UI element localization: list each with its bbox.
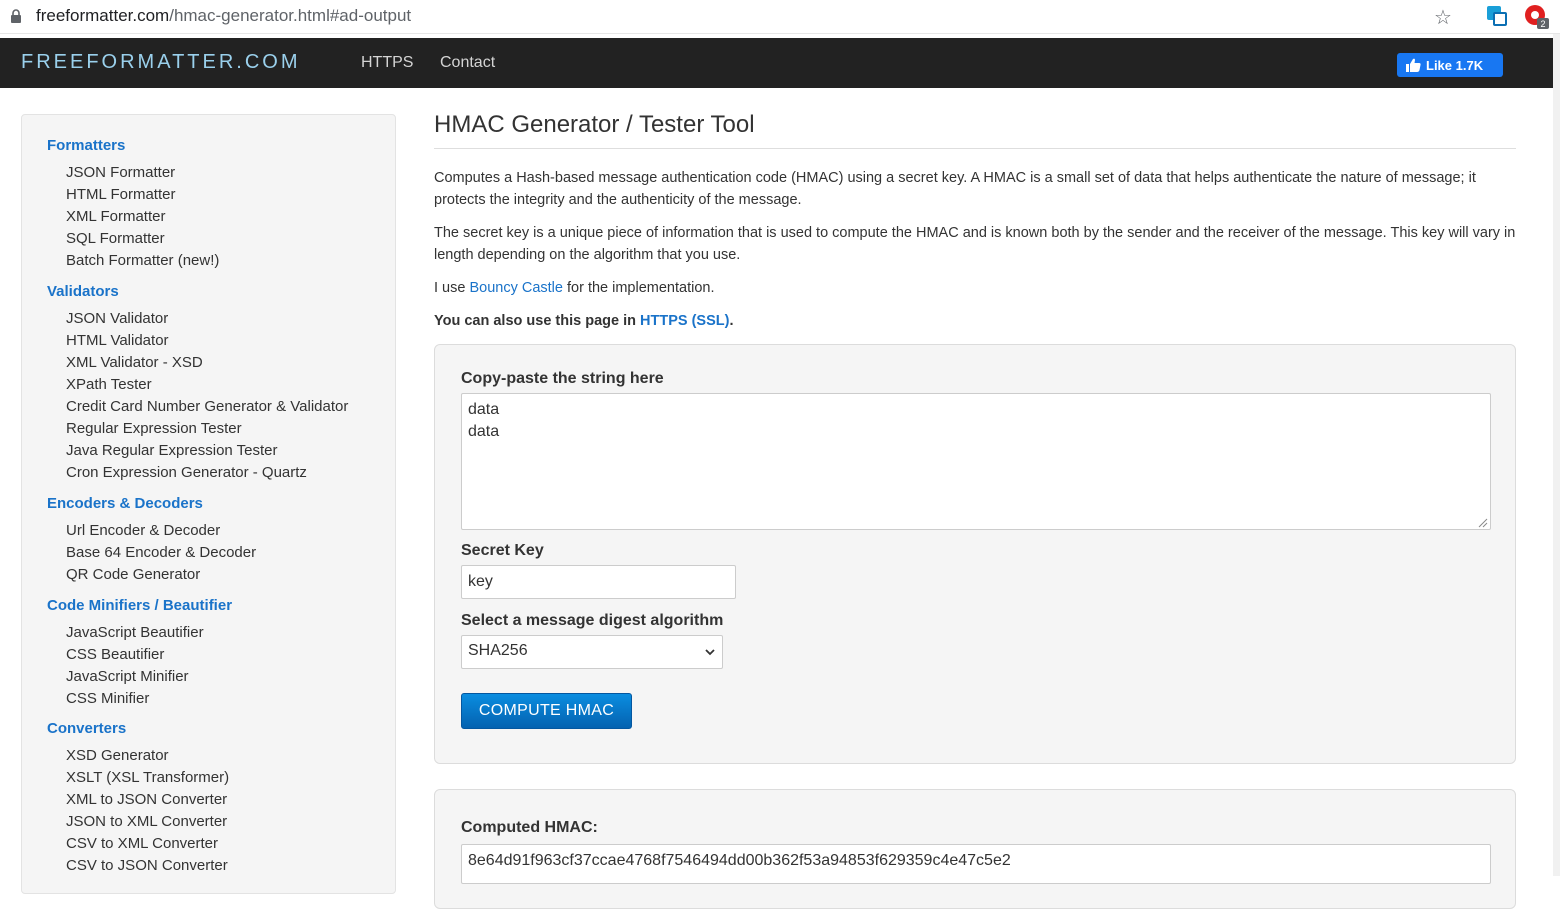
textarea-resize-handle-icon[interactable]: [1478, 518, 1488, 528]
browser-address-bar: freeformatter.com/hmac-generator.html#ad…: [0, 0, 1560, 34]
sidebar-item-base64-encoder[interactable]: Base 64 Encoder & Decoder: [66, 544, 256, 561]
extension-badge-icon[interactable]: 2: [1524, 4, 1550, 30]
lock-icon: [11, 9, 21, 23]
sidebar-item-xpath-tester[interactable]: XPath Tester: [66, 376, 152, 393]
thumbs-up-icon: [1406, 58, 1421, 72]
intro-paragraph: Computes a Hash-based message authentica…: [434, 170, 1476, 208]
sidebar-tools-menu: Formatters JSON Formatter HTML Formatter…: [21, 114, 396, 894]
url-field[interactable]: freeformatter.com/hmac-generator.html#ad…: [36, 6, 411, 26]
sidebar-section-converters[interactable]: Converters: [47, 720, 126, 737]
sidebar-item-regex-tester[interactable]: Regular Expression Tester: [66, 420, 242, 437]
sidebar-section-validators[interactable]: Validators: [47, 283, 119, 300]
sidebar-item-js-minifier[interactable]: JavaScript Minifier: [66, 668, 189, 685]
string-label: Copy-paste the string here: [461, 370, 664, 387]
sidebar-item-xml-validator[interactable]: XML Validator - XSD: [66, 354, 203, 371]
sidebar-item-css-minifier[interactable]: CSS Minifier: [66, 690, 149, 707]
computed-hmac-label: Computed HMAC:: [461, 819, 598, 836]
sidebar-item-html-formatter[interactable]: HTML Formatter: [66, 186, 175, 203]
translate-extension-icon[interactable]: [1486, 5, 1508, 27]
sidebar-section-encoders[interactable]: Encoders & Decoders: [47, 495, 203, 512]
computed-hmac-output[interactable]: 8e64d91f963cf37ccae4768f7546494dd00b362f…: [461, 844, 1491, 884]
sidebar-item-xml-to-json[interactable]: XML to JSON Converter: [66, 791, 227, 808]
page-scrollbar[interactable]: [1553, 34, 1560, 876]
chevron-down-icon: [705, 649, 715, 656]
secret-key-input[interactable]: key: [461, 565, 736, 599]
compute-hmac-button[interactable]: COMPUTE HMAC: [461, 693, 632, 729]
page-title: HMAC Generator / Tester Tool: [434, 111, 755, 138]
sidebar-item-qr-generator[interactable]: QR Code Generator: [66, 566, 200, 583]
algorithm-select[interactable]: SHA256: [461, 635, 723, 669]
string-textarea[interactable]: data data: [461, 393, 1491, 530]
sidebar-item-js-beautifier[interactable]: JavaScript Beautifier: [66, 624, 204, 641]
sidebar-item-cron-generator[interactable]: Cron Expression Generator - Quartz: [66, 464, 307, 481]
hmac-input-form: Copy-paste the string here data data Sec…: [434, 344, 1516, 764]
sidebar-item-xslt-transformer[interactable]: XSLT (XSL Transformer): [66, 769, 229, 786]
implementation-prefix: I use: [434, 280, 470, 296]
sidebar-section-minifiers[interactable]: Code Minifiers / Beautifier: [47, 597, 232, 614]
sidebar-item-html-validator[interactable]: HTML Validator: [66, 332, 169, 349]
hmac-output-panel: Computed HMAC: 8e64d91f963cf37ccae4768f7…: [434, 789, 1516, 909]
sidebar-item-json-to-xml[interactable]: JSON to XML Converter: [66, 813, 227, 830]
facebook-like-button[interactable]: Like 1.7K: [1397, 53, 1503, 77]
implementation-paragraph: I use Bouncy Castle for the implementati…: [434, 277, 1516, 299]
sidebar-item-csv-to-json[interactable]: CSV to JSON Converter: [66, 857, 228, 874]
nav-link-contact[interactable]: Contact: [440, 54, 495, 72]
bookmark-star-icon[interactable]: ☆: [1434, 5, 1452, 30]
algorithm-selected-value: SHA256: [468, 642, 528, 659]
sidebar-item-sql-formatter[interactable]: SQL Formatter: [66, 230, 165, 247]
extension-badge-count: 2: [1540, 19, 1545, 29]
site-navbar: FREEFORMATTER.COM HTTPS Contact Like 1.7…: [0, 38, 1560, 88]
secret-key-paragraph: The secret key is a unique piece of info…: [434, 225, 1516, 263]
sidebar-item-csv-to-xml[interactable]: CSV to XML Converter: [66, 835, 218, 852]
sidebar-item-java-regex-tester[interactable]: Java Regular Expression Tester: [66, 442, 278, 459]
https-paragraph: You can also use this page in HTTPS (SSL…: [434, 310, 1516, 332]
sidebar-item-credit-card-generator[interactable]: Credit Card Number Generator & Validator: [66, 398, 348, 415]
implementation-suffix: for the implementation.: [562, 280, 715, 296]
title-divider: [434, 148, 1516, 149]
sidebar-item-json-formatter[interactable]: JSON Formatter: [66, 164, 175, 181]
algorithm-label: Select a message digest algorithm: [461, 612, 724, 629]
https-suffix: .: [729, 313, 734, 329]
sidebar-section-formatters[interactable]: Formatters: [47, 137, 125, 154]
url-path: /hmac-generator.html#ad-output: [169, 6, 412, 25]
sidebar-item-css-beautifier[interactable]: CSS Beautifier: [66, 646, 164, 663]
site-brand-logo[interactable]: FREEFORMATTER.COM: [21, 51, 301, 74]
secret-key-label: Secret Key: [461, 542, 544, 559]
https-prefix: You can also use this page in: [434, 313, 641, 329]
https-ssl-link[interactable]: HTTPS (SSL): [640, 313, 729, 329]
like-count-label: Like 1.7K: [1426, 57, 1484, 73]
url-host: freeformatter.com: [36, 6, 170, 25]
sidebar-item-xsd-generator[interactable]: XSD Generator: [66, 747, 169, 764]
sidebar-item-url-encoder[interactable]: Url Encoder & Decoder: [66, 522, 220, 539]
nav-link-https[interactable]: HTTPS: [361, 54, 413, 72]
bouncy-castle-link[interactable]: Bouncy Castle: [469, 280, 563, 296]
sidebar-item-json-validator[interactable]: JSON Validator: [66, 310, 168, 327]
sidebar-item-batch-formatter[interactable]: Batch Formatter (new!): [66, 252, 219, 269]
sidebar-item-xml-formatter[interactable]: XML Formatter: [66, 208, 165, 225]
